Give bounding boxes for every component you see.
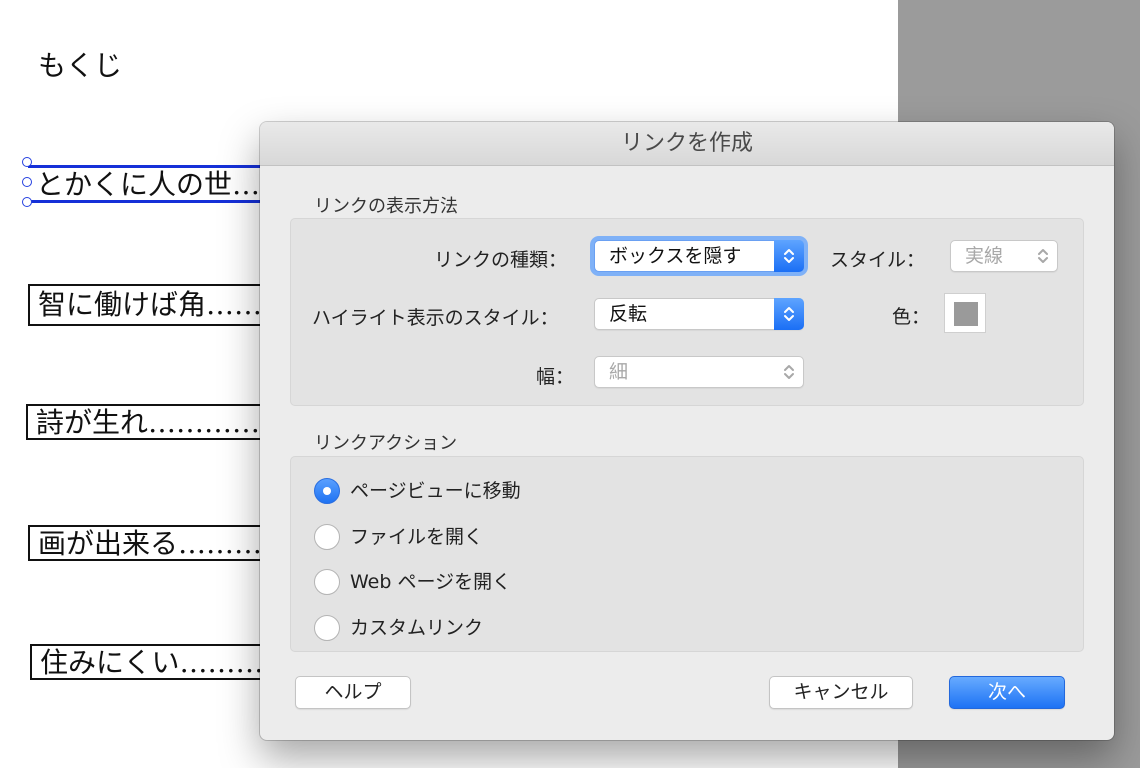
radio-label: ファイルを開く [350, 526, 484, 548]
radio-button[interactable] [314, 524, 340, 550]
toc-title: もくじ [38, 49, 123, 82]
highlight-style-label: ハイライト表示のスタイル： [312, 307, 559, 329]
width-value: 細 [609, 361, 629, 383]
color-label: 色： [892, 306, 931, 328]
link-type-label: リンクの種類： [434, 249, 568, 271]
radio-button[interactable] [314, 615, 340, 641]
style-popup: 実線 [950, 240, 1058, 272]
toc-entry-3[interactable]: 詩が生れ………………… [26, 404, 276, 440]
selection-handle-top-left[interactable] [22, 157, 32, 167]
create-link-dialog: リンクを作成 リンクの表示方法 リンクの種類： ボックスを隠す スタイル： 実線… [260, 122, 1114, 740]
toc-entry-4[interactable]: 画が出来る……………… [28, 525, 278, 561]
style-label: スタイル： [830, 249, 926, 271]
action-section-label: リンクアクション [314, 433, 458, 454]
popup-chevrons-icon [774, 240, 804, 272]
next-button[interactable]: 次へ [949, 676, 1065, 709]
toc-entry-5[interactable]: 住みにくい……………… [30, 644, 280, 680]
toc-entry-text: とかくに人の世………… [36, 168, 278, 201]
toc-entry-text: 智に働けば角…………… [38, 288, 276, 321]
dialog-title: リンクを作成 [260, 122, 1114, 166]
toc-entry-1-selected[interactable]: とかくに人の世………… [28, 165, 278, 203]
popup-chevrons-icon [1028, 240, 1058, 272]
radio-button[interactable] [314, 569, 340, 595]
radio-button-selected[interactable] [314, 478, 340, 504]
width-popup: 細 [594, 356, 804, 388]
style-value: 実線 [965, 245, 1004, 267]
color-well[interactable] [944, 293, 986, 333]
popup-chevrons-icon [774, 298, 804, 330]
appearance-section-label: リンクの表示方法 [314, 196, 458, 217]
link-type-popup[interactable]: ボックスを隠す [594, 240, 804, 272]
toc-entry-text: 詩が生れ………………… [36, 406, 274, 439]
selection-handle-middle-left[interactable] [22, 177, 32, 187]
help-button[interactable]: ヘルプ [295, 676, 411, 709]
toc-entry-text: 住みにくい……………… [40, 646, 278, 679]
highlight-style-value: 反転 [609, 303, 648, 325]
cancel-button[interactable]: キャンセル [769, 676, 913, 709]
highlight-style-popup[interactable]: 反転 [594, 298, 804, 330]
radio-label: カスタムリンク [350, 617, 484, 639]
color-swatch [954, 302, 978, 326]
toc-entry-text: 画が出来る……………… [38, 527, 276, 560]
width-label: 幅： [536, 366, 575, 388]
radio-label: ページビューに移動 [350, 480, 521, 502]
radio-label: Web ページを開く [350, 571, 512, 593]
toc-entry-2[interactable]: 智に働けば角…………… [28, 284, 278, 326]
selection-handle-bottom-left[interactable] [22, 197, 32, 207]
popup-chevrons-icon [774, 356, 804, 388]
link-type-value: ボックスを隠す [609, 245, 742, 267]
